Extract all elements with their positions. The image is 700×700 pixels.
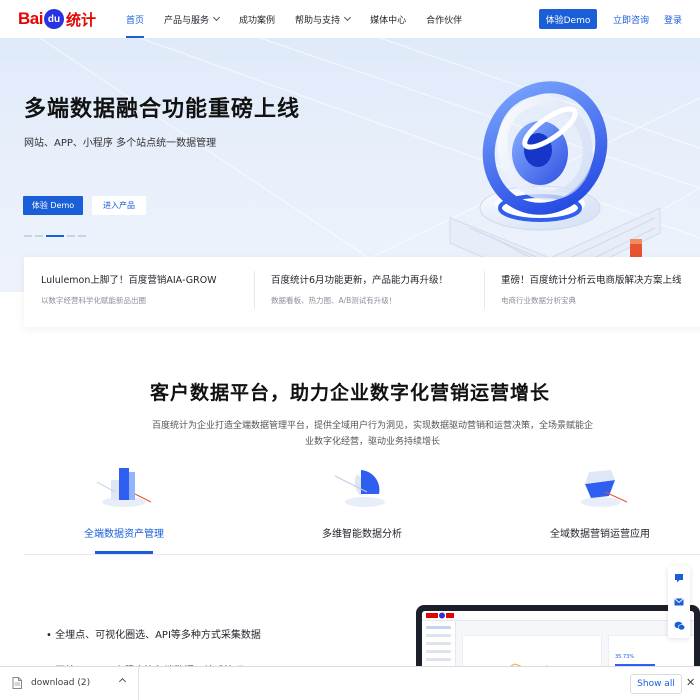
baidu-tongji-logo[interactable]: Bai du 统计 bbox=[18, 8, 96, 30]
news-title: 重磅！百度统计分析云电商版解决方案上线 bbox=[501, 275, 682, 286]
logo-paw-icon: du bbox=[43, 9, 64, 29]
bullet-item: • 全埋点、可视化圈选、API等多种方式采集数据 bbox=[46, 630, 261, 641]
nav-item-media[interactable]: 媒体中心 bbox=[370, 0, 406, 38]
tab-label: 全域数据营销运营应用 bbox=[550, 529, 650, 540]
news-item[interactable]: 重磅！百度统计分析云电商版解决方案上线 电商行业数据分析宝典 bbox=[484, 257, 700, 327]
tab-label: 全端数据资产管理 bbox=[84, 529, 164, 540]
nav-menu: 首页 产品与服务 成功案例 帮助与支持 媒体中心 合作伙伴 bbox=[126, 0, 482, 38]
close-icon[interactable]: ✕ bbox=[686, 676, 695, 689]
news-title: 百度统计6月功能更新，产品能力再升级！ bbox=[271, 275, 449, 286]
news-item[interactable]: 百度统计6月功能更新，产品能力再升级！ 数据看板、热力图、A/B测试有升级！ bbox=[254, 257, 484, 327]
download-filename: download (2) bbox=[31, 678, 91, 688]
show-all-button[interactable]: Show all bbox=[630, 674, 682, 694]
tab-marketing-operations[interactable]: 全域数据营销运营应用 bbox=[500, 462, 700, 555]
download-divider bbox=[138, 667, 139, 700]
feature-tabs: 全端数据资产管理 多维智能数据分析 全域数据营销运营应用 bbox=[24, 462, 700, 555]
chevron-down-icon bbox=[344, 13, 352, 22]
tab-label: 多维智能数据分析 bbox=[322, 529, 402, 540]
side-float-toolbar bbox=[668, 566, 690, 638]
section-title: 客户数据平台，助力企业数字化营销运营增长 bbox=[149, 382, 550, 404]
try-demo-button[interactable]: 体验Demo bbox=[539, 9, 597, 29]
nav-item-label: 首页 bbox=[126, 15, 145, 26]
tab-data-asset-management[interactable]: 全端数据资产管理 bbox=[24, 462, 224, 555]
nav-item-label: 媒体中心 bbox=[370, 15, 407, 26]
nav-item-cases[interactable]: 成功案例 bbox=[239, 0, 275, 38]
percent-value: 35.73% bbox=[615, 654, 635, 660]
carousel-dot[interactable] bbox=[24, 235, 32, 237]
tab-intelligent-analysis[interactable]: 多维智能数据分析 bbox=[262, 462, 462, 555]
section-description: 百度统计为企业打造全端数据管理平台，提供全域用户行为洞见，实现数据驱动营销和运营… bbox=[151, 421, 593, 447]
consult-button[interactable]: 立即咨询 bbox=[605, 9, 657, 29]
nav-item-label: 成功案例 bbox=[239, 15, 276, 26]
page: Bai du 统计 首页 产品与服务 成功案例 帮助与支持 媒体中心 合作伙伴 … bbox=[0, 0, 700, 700]
hero-title: 多端数据融合功能重磅上线 bbox=[24, 97, 301, 122]
news-strip: Lululemon上脚了！百度营销AIA-GROW 以数字经营科学化赋能新品出圈… bbox=[24, 257, 700, 327]
screen-header bbox=[422, 611, 694, 621]
file-icon bbox=[12, 677, 22, 689]
download-item[interactable]: download (2) bbox=[12, 677, 90, 689]
carousel-indicators bbox=[24, 235, 89, 237]
hero-subtitle: 网站、APP、小程序 多个站点统一数据管理 bbox=[24, 138, 217, 149]
hero-try-demo-button[interactable]: 体验 Demo bbox=[23, 196, 83, 215]
news-item[interactable]: Lululemon上脚了！百度营销AIA-GROW 以数字经营科学化赋能新品出圈 bbox=[24, 257, 254, 327]
news-desc: 以数字经营科学化赋能新品出圈 bbox=[41, 296, 146, 305]
mail-icon[interactable] bbox=[668, 590, 690, 614]
consult-chat-icon[interactable] bbox=[668, 566, 690, 590]
nav-item-label: 帮助与支持 bbox=[295, 15, 341, 26]
nav-item-label: 产品与服务 bbox=[164, 15, 210, 26]
nav-item-home[interactable]: 首页 bbox=[126, 0, 145, 38]
news-desc: 数据看板、热力图、A/B测试有升级！ bbox=[271, 296, 397, 305]
carousel-dot[interactable] bbox=[35, 235, 43, 237]
marketing-icon bbox=[581, 470, 628, 507]
news-desc: 电商行业数据分析宝典 bbox=[501, 296, 576, 305]
top-navbar: Bai du 统计 首页 产品与服务 成功案例 帮助与支持 媒体中心 合作伙伴 … bbox=[0, 0, 700, 38]
nav-item-products[interactable]: 产品与服务 bbox=[164, 0, 221, 38]
nav-item-label: 合作伙伴 bbox=[426, 15, 463, 26]
nav-item-partners[interactable]: 合作伙伴 bbox=[426, 0, 462, 38]
analysis-icon bbox=[334, 470, 385, 507]
chevron-up-icon[interactable] bbox=[118, 677, 127, 686]
hero-enter-product-button[interactable]: 进入产品 bbox=[92, 196, 146, 215]
news-title: Lululemon上脚了！百度营销AIA-GROW bbox=[41, 275, 217, 286]
chevron-down-icon bbox=[212, 13, 221, 22]
browser-download-bar: download (2) Show all ✕ bbox=[0, 666, 700, 700]
login-link[interactable]: 登录 bbox=[664, 9, 682, 29]
wechat-icon[interactable] bbox=[668, 614, 690, 638]
carousel-dot[interactable] bbox=[67, 235, 75, 237]
nav-item-help[interactable]: 帮助与支持 bbox=[295, 0, 352, 38]
carousel-dot[interactable] bbox=[78, 235, 86, 237]
hero-banner: 多端数据融合功能重磅上线 网站、APP、小程序 多个站点统一数据管理 体验 De… bbox=[0, 38, 700, 292]
logo-text-tongji: 统计 bbox=[65, 10, 96, 29]
hero-3d-illustration bbox=[437, 81, 661, 288]
tabs-divider bbox=[24, 554, 700, 555]
mini-logo-icon bbox=[426, 612, 454, 619]
logo-text-bai: Bai bbox=[18, 9, 43, 28]
data-asset-icon bbox=[96, 468, 152, 507]
carousel-dot-active[interactable] bbox=[46, 235, 64, 237]
